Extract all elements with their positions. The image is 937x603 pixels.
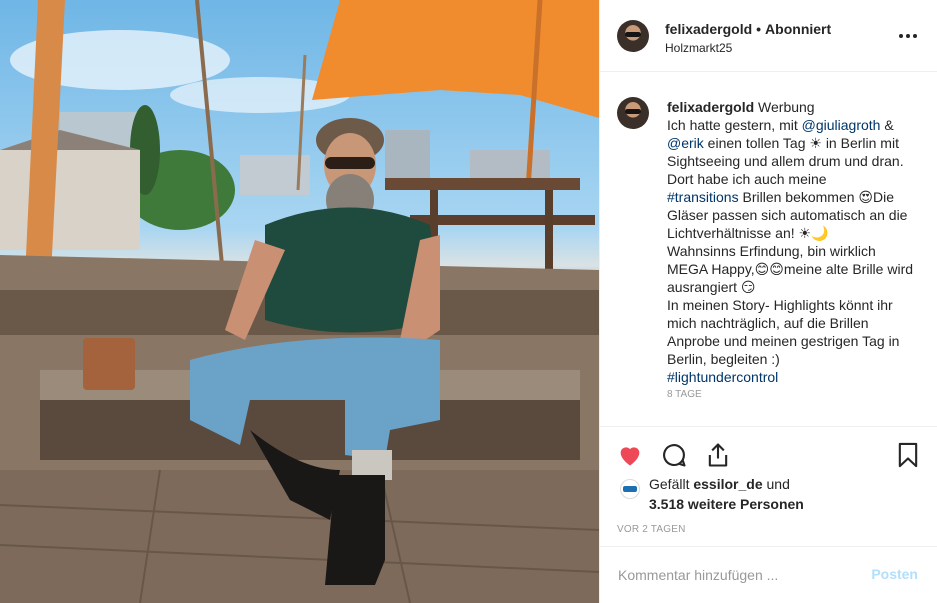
separator-dot: •	[756, 21, 762, 37]
author-avatar[interactable]	[617, 20, 649, 52]
post-caption: felixadergold Werbung Ich hatte gestern,…	[667, 98, 917, 404]
author-line: felixadergold • Abonniert	[665, 21, 831, 37]
caption-text: Dort habe ich auch meine	[667, 171, 827, 187]
action-bar	[600, 426, 937, 482]
share-icon[interactable]	[704, 441, 732, 469]
comment-input[interactable]	[618, 563, 858, 587]
post-date[interactable]: VOR 2 TAGEN	[617, 524, 686, 535]
caption-text: &	[880, 117, 894, 133]
mention-link[interactable]: @erik	[667, 135, 704, 151]
comment-icon[interactable]	[660, 441, 688, 469]
hashtag-link[interactable]: #transitions	[667, 189, 739, 205]
author-username[interactable]: felixadergold	[665, 21, 752, 37]
caption-author-avatar[interactable]	[617, 97, 649, 129]
caption-time-ago: 8 Tage	[667, 389, 702, 400]
other-likes-link[interactable]: 3.518 weitere Personen	[649, 496, 804, 512]
post-photo[interactable]	[0, 0, 599, 603]
hashtag-link[interactable]: #lightundercontrol	[667, 368, 917, 386]
sponsor-tag: Werbung	[758, 99, 815, 115]
post-location[interactable]: Holzmarkt25	[665, 41, 732, 55]
add-comment-section: Posten	[600, 546, 937, 603]
post-photo-illustration	[0, 0, 599, 603]
liker-avatar[interactable]	[620, 479, 640, 499]
caption-text: Ich hatte gestern, mit	[667, 117, 802, 133]
likes-summary: Gefällt essilor_de und 3.518 weitere Per…	[600, 476, 937, 516]
heart-icon[interactable]	[616, 441, 644, 469]
post-header: felixadergold • Abonniert Holzmarkt25	[600, 0, 937, 72]
likes-prefix: Gefällt	[649, 476, 694, 492]
post-side-panel: felixadergold • Abonniert Holzmarkt25 feli…	[599, 0, 937, 603]
caption-text: In meinen Story- Highlights könnt ihr mi…	[667, 297, 900, 367]
follow-status-button[interactable]: Abonniert	[765, 21, 831, 37]
mention-link[interactable]: @giuliagroth	[802, 117, 881, 133]
bookmark-icon[interactable]	[894, 441, 922, 469]
first-liker-link[interactable]: essilor_de	[693, 476, 762, 492]
caption-text: Wahnsinns Erfindung, bin wirklich MEGA H…	[667, 243, 914, 295]
post-comment-button[interactable]: Posten	[871, 566, 918, 582]
likes-line: Gefällt essilor_de und	[649, 476, 790, 492]
likes-suffix: und	[762, 476, 790, 492]
caption-username[interactable]: felixadergold	[667, 99, 754, 115]
comments-area[interactable]: felixadergold Werbung Ich hatte gestern,…	[600, 73, 937, 425]
more-options-icon[interactable]	[898, 26, 918, 46]
